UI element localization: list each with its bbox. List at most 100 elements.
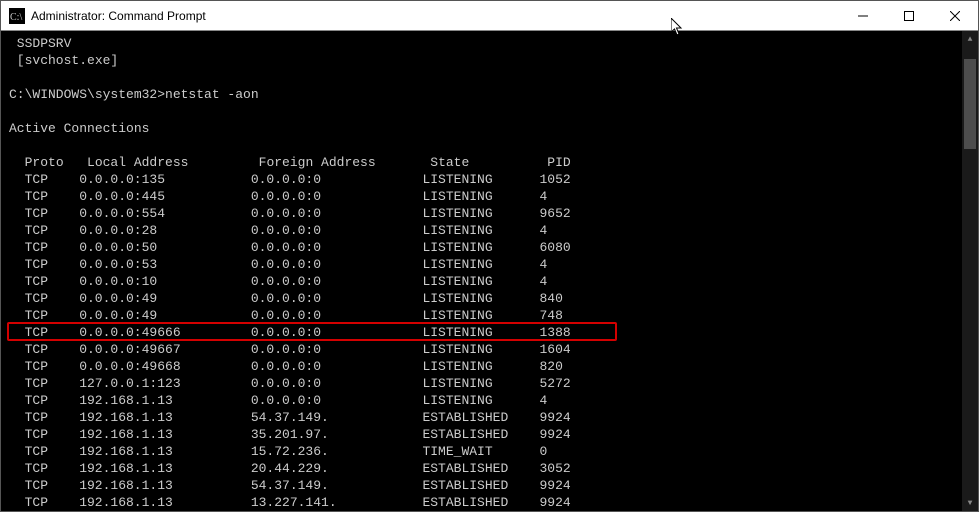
scroll-down-arrow[interactable]: ▼ [962,495,978,511]
terminal-output: SSDPSRV [svchost.exe] C:\WINDOWS\system3… [1,31,962,511]
terminal-area[interactable]: SSDPSRV [svchost.exe] C:\WINDOWS\system3… [1,31,978,511]
cell-pid: 6080 [539,239,570,256]
table-row: TCP0.0.0.0:530.0.0.0:0LISTENING4 [9,256,958,273]
output-line [9,137,958,154]
cell-state: LISTENING [422,205,539,222]
cell-local: 0.0.0.0:10 [79,273,251,290]
output-line: Active Connections [9,120,958,137]
cell-foreign: 0.0.0.0:0 [251,290,423,307]
cell-proto: TCP [25,307,80,324]
cell-foreign: 0.0.0.0:0 [251,307,423,324]
table-row: TCP0.0.0.0:500.0.0.0:0LISTENING6080 [9,239,958,256]
table-row: TCP192.168.1.1335.201.97.ESTABLISHED9924 [9,426,958,443]
cell-foreign: 0.0.0.0:0 [251,239,423,256]
cell-state: TIME_WAIT [422,443,539,460]
cell-proto: TCP [25,290,80,307]
cell-pid: 4 [539,273,547,290]
cell-proto: TCP [25,392,80,409]
table-row: TCP192.168.1.1315.72.236.TIME_WAIT0 [9,443,958,460]
cell-state: LISTENING [422,256,539,273]
cell-state: ESTABLISHED [422,409,539,426]
svg-text:C:\: C:\ [10,12,22,23]
cell-proto: TCP [25,409,80,426]
table-row: TCP0.0.0.0:490.0.0.0:0LISTENING748 [9,307,958,324]
cell-proto: TCP [25,460,80,477]
cell-foreign: 0.0.0.0:0 [251,392,423,409]
cell-proto: TCP [25,256,80,273]
cell-proto: TCP [25,273,80,290]
table-row: TCP192.168.1.1354.37.149.ESTABLISHED9924 [9,409,958,426]
output-line: C:\WINDOWS\system32>netstat -aon [9,86,958,103]
cell-pid: 9924 [539,409,570,426]
cell-state: LISTENING [422,341,539,358]
cell-pid: 4 [539,392,547,409]
scroll-up-arrow[interactable]: ▲ [962,31,978,47]
cell-proto: TCP [25,358,80,375]
cell-local: 192.168.1.13 [79,443,251,460]
cell-state: LISTENING [422,358,539,375]
cmd-icon: C:\ [9,8,25,24]
table-row: TCP0.0.0.0:496670.0.0.0:0LISTENING1604 [9,341,958,358]
cell-pid: 0 [539,443,547,460]
cell-foreign: 0.0.0.0:0 [251,205,423,222]
output-line [9,103,958,120]
cell-foreign: 0.0.0.0:0 [251,341,423,358]
table-row: TCP0.0.0.0:5540.0.0.0:0LISTENING9652 [9,205,958,222]
cell-local: 127.0.0.1:123 [79,375,251,392]
cell-pid: 4 [539,256,547,273]
cell-state: ESTABLISHED [422,494,539,511]
cell-pid: 4 [539,222,547,239]
cell-foreign: 54.37.149. [251,477,423,494]
cell-state: LISTENING [422,171,539,188]
cell-state: ESTABLISHED [422,460,539,477]
command-prompt-window: C:\ Administrator: Command Prompt SSDPSR… [0,0,979,512]
cell-local: 0.0.0.0:49668 [79,358,251,375]
cell-pid: 5272 [539,375,570,392]
cell-state: ESTABLISHED [422,477,539,494]
cell-foreign: 0.0.0.0:0 [251,188,423,205]
col-pid: PID [547,154,570,171]
cell-proto: TCP [25,188,80,205]
output-line [9,69,958,86]
minimize-button[interactable] [840,1,886,31]
table-header: ProtoLocal AddressForeign AddressStatePI… [9,154,958,171]
scrollbar-thumb[interactable] [964,59,976,149]
titlebar[interactable]: C:\ Administrator: Command Prompt [1,1,978,31]
cell-local: 0.0.0.0:554 [79,205,251,222]
col-local: Local Address [87,154,259,171]
cell-state: LISTENING [422,273,539,290]
cell-local: 192.168.1.13 [79,460,251,477]
cell-foreign: 0.0.0.0:0 [251,375,423,392]
table-row: TCP192.168.1.1313.227.141.ESTABLISHED992… [9,494,958,511]
cell-foreign: 0.0.0.0:0 [251,171,423,188]
cell-state: LISTENING [422,222,539,239]
cell-foreign: 20.44.229. [251,460,423,477]
window-title: Administrator: Command Prompt [31,9,206,23]
cell-state: ESTABLISHED [422,426,539,443]
cell-proto: TCP [25,222,80,239]
cell-pid: 4 [539,188,547,205]
cell-local: 0.0.0.0:49667 [79,341,251,358]
cell-local: 192.168.1.13 [79,426,251,443]
table-row: TCP0.0.0.0:1350.0.0.0:0LISTENING1052 [9,171,958,188]
cell-state: LISTENING [422,375,539,392]
cell-proto: TCP [25,324,80,341]
scrollbar[interactable]: ▲ ▼ [962,31,978,511]
cell-pid: 1604 [539,341,570,358]
table-row: TCP192.168.1.1354.37.149.ESTABLISHED9924 [9,477,958,494]
cell-proto: TCP [25,426,80,443]
cell-local: 0.0.0.0:135 [79,171,251,188]
cell-local: 192.168.1.13 [79,409,251,426]
cell-local: 0.0.0.0:53 [79,256,251,273]
cell-pid: 748 [539,307,562,324]
cell-local: 192.168.1.13 [79,494,251,511]
cell-pid: 3052 [539,460,570,477]
cell-proto: TCP [25,477,80,494]
col-state: State [430,154,547,171]
cell-local: 192.168.1.13 [79,392,251,409]
cell-state: LISTENING [422,392,539,409]
close-button[interactable] [932,1,978,31]
cell-local: 0.0.0.0:49 [79,290,251,307]
cell-proto: TCP [25,341,80,358]
maximize-button[interactable] [886,1,932,31]
